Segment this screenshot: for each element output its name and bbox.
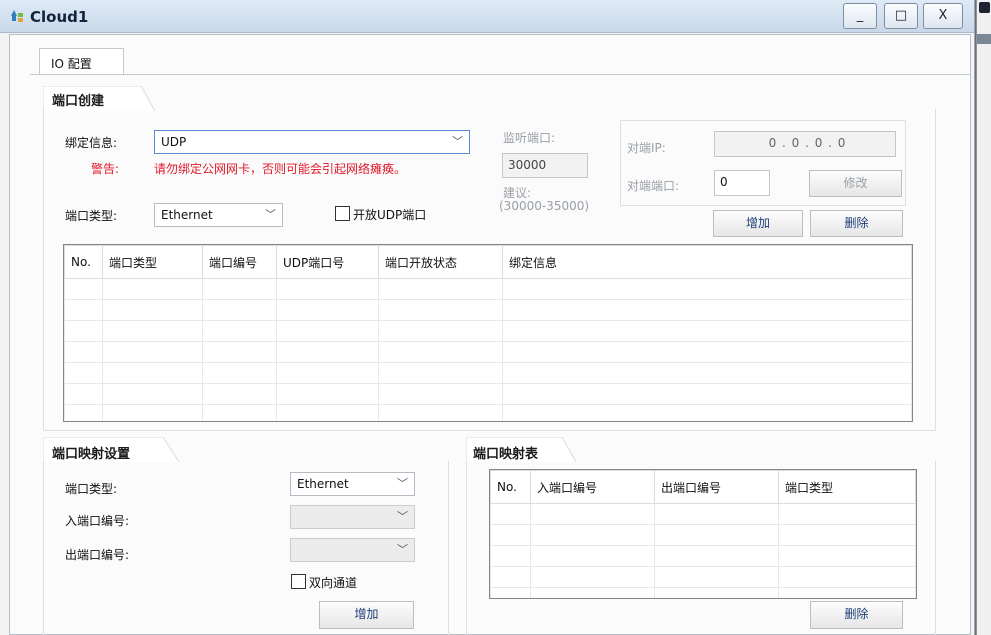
table-row [64,362,912,384]
modify-button[interactable]: 修改 [809,170,902,197]
delete-port-button[interactable]: 删除 [810,210,903,237]
cloud-window: Cloud1 _ □ X IO 配置 端口创建 绑定信息: UDP ﹀ 警告: … [0,0,975,635]
mapping-table: No. 入端口编号 出端口编号 端口类型 [489,469,917,599]
warning-label: 警告: [91,162,120,176]
tab-io-config[interactable]: IO 配置 [39,48,124,75]
close-button[interactable]: X [923,3,963,29]
client-area: IO 配置 端口创建 绑定信息: UDP ﹀ 警告: 请勿绑定公网网卡，否则可能… [9,34,971,635]
out-port-label: 出端口编号: [65,548,130,562]
column-header[interactable]: 端口编号 [202,245,277,279]
port-table: No. 端口类型 端口编号 UDP端口号 端口开放状态 绑定信息 [63,244,913,422]
open-udp-checkbox[interactable]: 开放UDP端口 [335,206,426,223]
peer-port-input[interactable]: 0 [714,170,770,196]
mapping-port-type-label: 端口类型: [65,482,118,496]
table-row [490,545,916,567]
maximize-button[interactable]: □ [884,3,918,29]
port-type-select[interactable]: Ethernet ﹀ [154,203,283,227]
background-window-icon [979,2,990,13]
column-header[interactable]: No. [64,245,103,279]
in-port-label: 入端口编号: [65,514,130,528]
chevron-down-icon: ﹀ [397,477,408,490]
mapping-table-grid: No. 入端口编号 出端口编号 端口类型 [490,470,916,598]
window-title: Cloud1 [30,8,89,26]
add-mapping-button[interactable]: 增加 [319,601,414,629]
peer-port-label: 对端端口: [627,179,680,193]
table-row [490,566,916,588]
column-header[interactable]: No. [490,470,531,504]
table-row [490,587,916,598]
column-header[interactable]: 绑定信息 [502,245,912,279]
mapping-port-type-select[interactable]: Ethernet ﹀ [290,472,415,496]
title-bar[interactable]: Cloud1 _ □ X [0,0,974,33]
tab-io-config-label: IO 配置 [51,57,92,71]
mapping-port-type-value: Ethernet [297,477,349,491]
chevron-down-icon: ﹀ [265,208,276,221]
minimize-button[interactable]: _ [843,3,877,29]
table-row [64,341,912,363]
delete-mapping-button[interactable]: 删除 [810,601,903,629]
table-row [64,404,912,421]
chevron-down-icon: ﹀ [397,543,408,556]
bind-select-value: UDP [161,135,187,149]
port-type-select-value: Ethernet [161,208,213,222]
background-window-bar [977,34,991,44]
suggest-range: (30000-35000) [499,199,590,213]
add-port-button[interactable]: 增加 [713,210,803,237]
port-type-label: 端口类型: [65,209,118,223]
port-mapping-title: 端口映射设置 [52,447,131,462]
table-row [490,524,916,546]
table-row [64,320,912,342]
column-header[interactable]: UDP端口号 [276,245,379,279]
port-table-grid: No. 端口类型 端口编号 UDP端口号 端口开放状态 绑定信息 [64,245,912,421]
bidirectional-checkbox[interactable]: 双向通道 [291,574,357,591]
column-header[interactable]: 出端口编号 [654,470,779,504]
mapping-table-title: 端口映射表 [473,447,539,462]
table-header-row: No. 端口类型 端口编号 UDP端口号 端口开放状态 绑定信息 [64,245,912,279]
listen-port-label: 监听端口: [503,131,556,145]
bind-select[interactable]: UDP ﹀ [154,130,470,154]
column-header[interactable]: 入端口编号 [530,470,655,504]
chevron-down-icon: ﹀ [452,135,463,148]
peer-ip-input[interactable]: 0 . 0 . 0 . 0 [714,131,896,157]
table-row [64,299,912,321]
bind-label: 绑定信息: [65,136,118,150]
cloud-app-icon [11,10,23,22]
column-header[interactable]: 端口类型 [778,470,916,504]
table-row [64,383,912,405]
bidirectional-label: 双向通道 [309,576,358,590]
warning-text: 请勿绑定公网网卡，否则可能会引起网络瘫痪。 [154,162,407,176]
table-row [64,278,912,300]
table-header-row: No. 入端口编号 出端口编号 端口类型 [490,470,916,504]
port-create-title: 端口创建 [52,94,105,109]
open-udp-label: 开放UDP端口 [353,208,427,222]
out-port-select[interactable]: ﹀ [290,538,415,562]
checkbox-box-icon [335,206,350,221]
checkbox-box-icon [291,574,306,589]
table-row [490,503,916,525]
peer-ip-label: 对端IP: [627,141,666,155]
background-window-edge [976,0,991,635]
column-header[interactable]: 端口类型 [102,245,203,279]
in-port-select[interactable]: ﹀ [290,505,415,529]
chevron-down-icon: ﹀ [397,510,408,523]
column-header[interactable]: 端口开放状态 [378,245,503,279]
listen-port-input[interactable]: 30000 [502,153,588,178]
